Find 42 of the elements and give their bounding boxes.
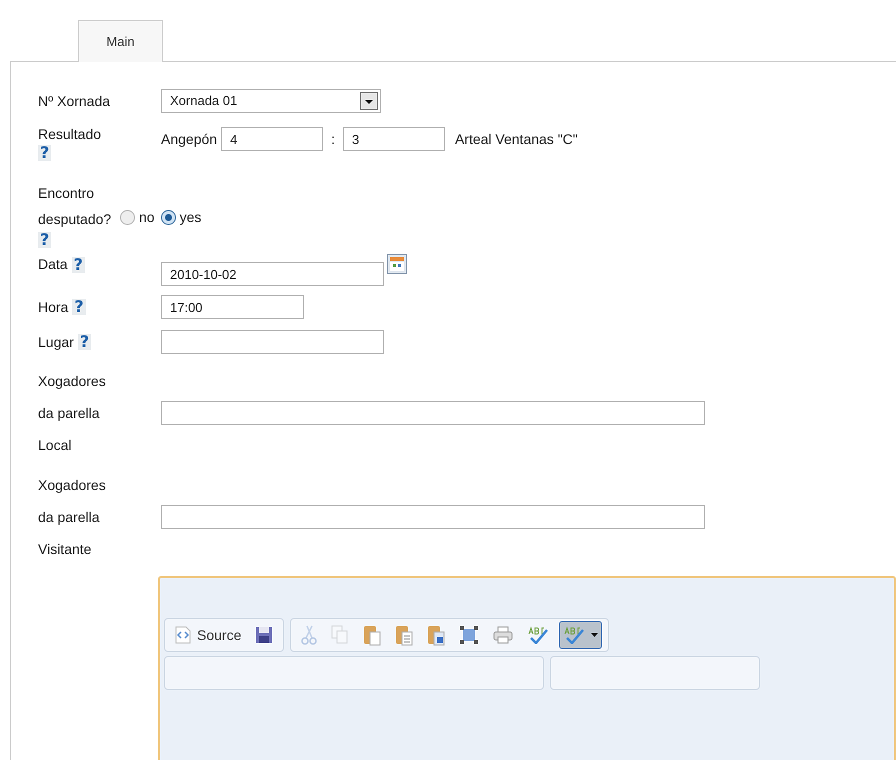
tab[interactable]: Main [78,20,163,62]
help-icon[interactable]: ? [72,256,85,272]
input-field[interactable]: 4 [221,127,324,151]
field-label: Data [38,255,68,274]
input-field[interactable]: 3 [342,127,445,151]
field-label: Nº Xornada [38,92,112,110]
help-icon[interactable]: ? [72,299,86,315]
input-field[interactable] [161,330,384,354]
toolbar-button[interactable]: Source [171,621,246,649]
field-label: Encontro desputado? [38,184,112,229]
away-team-name: Arteal Ventanas "C" [454,130,578,148]
help-icon[interactable]: ? [78,334,92,350]
spellcheck-icon [527,626,550,644]
field-label: Lugar [38,332,74,352]
document-icon [175,626,191,644]
field-label: Hora [38,298,68,316]
radio-label: yes [180,208,202,227]
select-field[interactable]: Xornada 01 [161,89,381,113]
home-team-name: Angepón [161,130,218,149]
field-label: Xogadores da parella Visitante [38,476,107,559]
scissors-icon [301,625,318,645]
field-label: Xogadores da parella Local [38,372,107,455]
printer-icon [493,626,514,644]
select-all-icon [459,625,480,645]
clipboard-icon [395,624,414,646]
clipboard-icon [363,624,382,646]
field-label: Resultado [38,125,102,144]
radio-button[interactable] [120,210,135,225]
radio-label: no [139,208,155,227]
caret-icon [591,633,598,637]
input-field[interactable] [161,401,705,425]
help-icon[interactable]: ? [38,145,52,161]
spellcheck-icon [563,626,586,644]
calendar-icon[interactable] [387,254,407,274]
radio-button[interactable] [160,210,176,225]
clipboard-icon [427,624,446,646]
help-icon[interactable]: ? [38,232,52,248]
input-field[interactable] [161,505,705,529]
copy-icon [331,625,350,645]
score-separator: : [330,130,336,148]
input-field[interactable]: 2010-10-02 [161,262,384,286]
input-field[interactable]: 17:00 [161,295,304,319]
